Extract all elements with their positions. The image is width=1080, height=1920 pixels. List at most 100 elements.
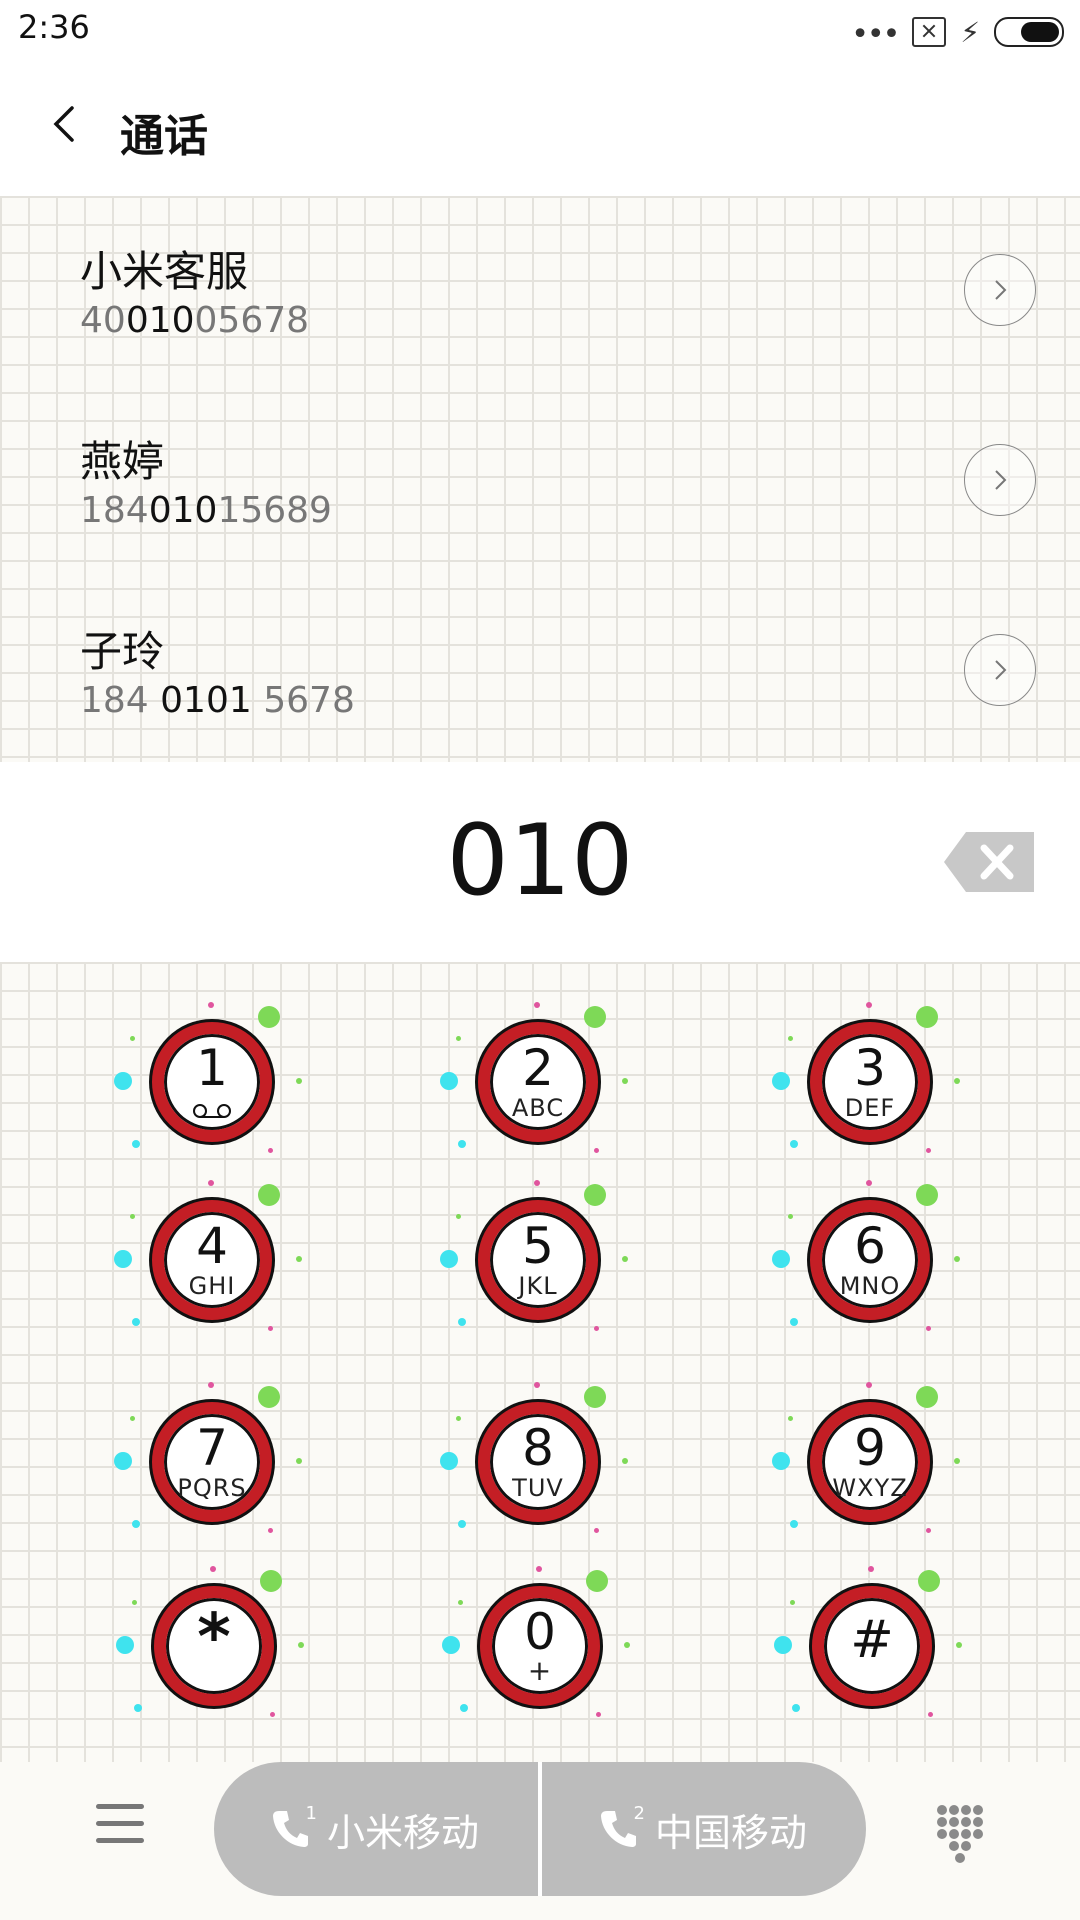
decor-dot-pink — [596, 1712, 601, 1717]
decor-dot-green — [954, 1256, 960, 1262]
status-bar: 2:36 ••• ⚡ — [0, 0, 1080, 62]
decor-dot-cyan — [458, 1140, 466, 1148]
key-2[interactable]: 2 ABC — [440, 1002, 628, 1162]
dialpad-toggle-icon[interactable] — [936, 1804, 984, 1864]
decor-dot-green — [622, 1458, 628, 1464]
decor-dot-cyan — [792, 1704, 800, 1712]
key-7[interactable]: 7 PQRS — [114, 1382, 302, 1542]
decor-dot-green — [258, 1386, 280, 1408]
key-5[interactable]: 5 JKL — [440, 1180, 628, 1340]
chevron-right-icon — [995, 470, 1007, 490]
status-time: 2:36 — [18, 8, 90, 46]
key-3[interactable]: 3 DEF — [772, 1002, 960, 1162]
decor-dot-pink — [594, 1326, 599, 1331]
decor-dot-pink — [866, 1002, 872, 1008]
key-digit: 7 — [196, 1419, 228, 1477]
key-letters: DEF — [844, 1094, 896, 1122]
decor-dot-green — [916, 1386, 938, 1408]
decor-dot-cyan — [774, 1636, 792, 1654]
backspace-icon[interactable] — [944, 832, 1034, 892]
key-letters: MNO — [839, 1272, 901, 1300]
page-title: 通话 — [120, 111, 208, 162]
decor-dot-pink — [208, 1382, 214, 1388]
decor-dot-green — [132, 1600, 137, 1605]
decor-dot-pink — [534, 1180, 540, 1186]
decor-dot-cyan — [440, 1452, 458, 1470]
decor-dot-pink — [534, 1002, 540, 1008]
key-letters: JKL — [518, 1272, 558, 1300]
decor-dot-pink — [208, 1002, 214, 1008]
key-letters: TUV — [512, 1474, 564, 1502]
decor-dot-green — [916, 1006, 938, 1028]
phone-sim2-icon: 2 — [600, 1803, 645, 1849]
key-digit: 5 — [522, 1217, 554, 1275]
dialed-number: 010 — [446, 804, 634, 918]
decor-dot-green — [130, 1036, 135, 1041]
sim2-label: 中国移动 — [654, 1810, 807, 1855]
decor-dot-cyan — [114, 1452, 132, 1470]
battery-icon — [994, 17, 1064, 47]
key-digit: 6 — [854, 1217, 886, 1275]
decor-dot-pink — [866, 1180, 872, 1186]
decor-dot-green — [956, 1642, 962, 1648]
decor-dot-pink — [928, 1712, 933, 1717]
contact-row[interactable]: 小米客服 4001005678 — [0, 196, 1080, 386]
decor-dot-cyan — [440, 1250, 458, 1268]
decor-dot-cyan — [772, 1452, 790, 1470]
decor-dot-green — [622, 1256, 628, 1262]
more-dots-icon: ••• — [851, 17, 900, 52]
key-0[interactable]: 0 + — [442, 1566, 630, 1726]
decor-dot-green — [296, 1256, 302, 1262]
bottom-bar: 1 小米移动 2 中国移动 — [0, 1762, 1080, 1920]
key-letters: PQRS — [177, 1474, 247, 1502]
decor-dot-green — [258, 1184, 280, 1206]
key-digit: 4 — [196, 1217, 228, 1275]
contact-row[interactable]: 子玲 184 0101 5678 — [0, 576, 1080, 766]
decor-dot-cyan — [132, 1520, 140, 1528]
decor-dot-cyan — [442, 1636, 460, 1654]
decor-dot-pink — [926, 1326, 931, 1331]
key-1[interactable]: 1 — [114, 1002, 302, 1162]
key-6[interactable]: 6 MNO — [772, 1180, 960, 1340]
dial-keypad: 1 2 ABC 3 DEF 4 GHI 5 JKL 6 MNO 7 PQRS 8… — [0, 962, 1080, 1762]
decor-dot-cyan — [440, 1072, 458, 1090]
decor-dot-green — [584, 1184, 606, 1206]
sim1-label: 小米移动 — [326, 1810, 479, 1855]
key-digit: 8 — [522, 1419, 554, 1477]
contact-detail-button[interactable] — [964, 444, 1036, 516]
key-4[interactable]: 4 GHI — [114, 1180, 302, 1340]
decor-dot-pink — [208, 1180, 214, 1186]
contact-row[interactable]: 燕婷 18401015689 — [0, 386, 1080, 576]
key-digit: # — [850, 1610, 894, 1670]
status-icons: ••• ⚡ — [851, 12, 1064, 52]
call-sim1-button[interactable]: 1 小米移动 — [214, 1762, 538, 1896]
decor-dot-pink — [268, 1148, 273, 1153]
header: 通话 — [0, 62, 1080, 196]
dual-sim-call-buttons: 1 小米移动 2 中国移动 — [214, 1762, 866, 1896]
decor-dot-green — [584, 1006, 606, 1028]
back-arrow-icon[interactable] — [46, 104, 86, 144]
key-letters: ABC — [511, 1094, 565, 1122]
menu-icon[interactable] — [96, 1804, 144, 1850]
key-digit: 9 — [854, 1419, 886, 1477]
key-star[interactable]: * — [116, 1566, 304, 1726]
key-8[interactable]: 8 TUV — [440, 1382, 628, 1542]
decor-dot-pink — [594, 1148, 599, 1153]
decor-dot-pink — [926, 1528, 931, 1533]
decor-dot-green — [954, 1458, 960, 1464]
key-9[interactable]: 9 WXYZ — [772, 1382, 960, 1542]
decor-dot-pink — [210, 1566, 216, 1572]
decor-dot-cyan — [772, 1250, 790, 1268]
call-sim2-button[interactable]: 2 中国移动 — [542, 1762, 866, 1896]
dial-display: 010 — [0, 762, 1080, 962]
decor-dot-green — [622, 1078, 628, 1084]
decor-dot-cyan — [772, 1072, 790, 1090]
key-letters: + — [527, 1654, 553, 1687]
decor-dot-cyan — [458, 1520, 466, 1528]
contact-detail-button[interactable] — [964, 254, 1036, 326]
contact-detail-button[interactable] — [964, 634, 1036, 706]
key-digit: 3 — [854, 1039, 886, 1097]
key-hash[interactable]: # — [774, 1566, 962, 1726]
decor-dot-green — [260, 1570, 282, 1592]
key-digit: 2 — [522, 1039, 554, 1097]
